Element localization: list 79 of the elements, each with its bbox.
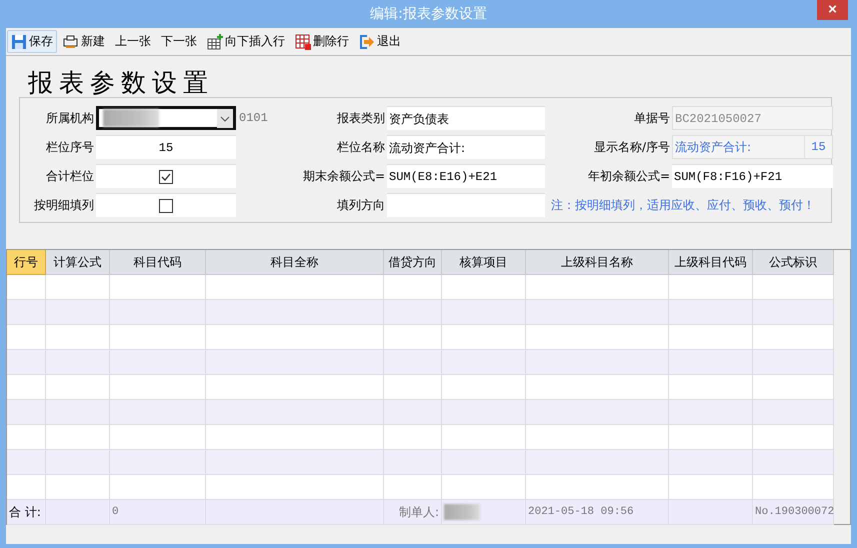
table-cell bbox=[46, 300, 110, 325]
table-cell bbox=[384, 425, 442, 450]
delete-row-icon bbox=[295, 34, 311, 50]
table-cell bbox=[7, 475, 46, 500]
insert-row-icon bbox=[207, 34, 223, 50]
table-cell bbox=[384, 375, 442, 400]
toolbar-button[interactable]: 下一张 bbox=[157, 30, 201, 53]
field-label: 单据号 bbox=[634, 110, 670, 126]
redacted-blur bbox=[103, 109, 159, 127]
checkbox[interactable] bbox=[159, 198, 173, 212]
window-title: 编辑:报表参数设置 bbox=[370, 5, 487, 23]
table-cell bbox=[46, 425, 110, 450]
table-cell bbox=[46, 275, 110, 300]
field-label: 栏位序号 bbox=[46, 138, 94, 156]
column-header[interactable]: 公式标识 bbox=[753, 250, 834, 275]
table-cell bbox=[7, 425, 46, 450]
toolbar-button[interactable]: 新建 bbox=[59, 30, 109, 53]
column-header[interactable]: 科目全称 bbox=[206, 250, 384, 275]
footer-cell: 0 bbox=[110, 500, 206, 525]
table-cell bbox=[384, 450, 442, 475]
field-label: 年初余额公式= bbox=[588, 168, 670, 184]
note-text: 注：按明细填列，适用应收、应付、预收、预付！ bbox=[550, 196, 816, 214]
toolbar-button[interactable]: 上一张 bbox=[111, 30, 155, 53]
field-label: 栏位名称 bbox=[337, 138, 385, 156]
field-label: 所属机构 bbox=[46, 110, 94, 126]
redacted-blur bbox=[444, 504, 480, 520]
field-label: 合计栏位 bbox=[46, 168, 94, 184]
readonly-field: BC2021050027 bbox=[672, 106, 833, 130]
maker-label: 制单人: bbox=[384, 500, 442, 525]
text-field[interactable]: 资产负债表 bbox=[387, 106, 545, 130]
field-label: 期末余额公式= bbox=[302, 168, 385, 184]
form-heading: 报表参数设置 bbox=[27, 67, 215, 97]
table-cell bbox=[46, 350, 110, 375]
total-label: 合 计: bbox=[7, 500, 46, 525]
footer-cell bbox=[46, 500, 110, 525]
table-cell bbox=[7, 375, 46, 400]
text-field[interactable]: 流动资产合计: bbox=[387, 135, 545, 159]
save-icon bbox=[11, 34, 27, 50]
column-header[interactable]: 上级科目名称 bbox=[526, 250, 669, 275]
exit-icon bbox=[359, 34, 375, 50]
toolbar-button[interactable]: 删除行 bbox=[291, 30, 353, 53]
footer-cell: No.190300072 bbox=[753, 500, 834, 525]
table-cell bbox=[384, 300, 442, 325]
column-header[interactable]: 借贷方向 bbox=[384, 250, 442, 275]
toolbar-button[interactable]: 保存 bbox=[7, 30, 57, 53]
formula-field[interactable]: SUM(E8:E16)+E21 bbox=[387, 164, 545, 188]
footer-cell: 2021-05-18 09:56 bbox=[526, 500, 669, 525]
checkbox[interactable] bbox=[159, 170, 173, 184]
table-cell bbox=[7, 275, 46, 300]
column-header[interactable]: 计算公式 bbox=[46, 250, 110, 275]
field-label: 按明细填列 bbox=[34, 196, 94, 214]
column-header[interactable]: 科目代码 bbox=[110, 250, 206, 275]
table-cell bbox=[46, 325, 110, 350]
table-cell bbox=[384, 400, 442, 425]
close-button[interactable]: × bbox=[817, 0, 848, 20]
table-cell bbox=[7, 325, 46, 350]
dropdown-field[interactable] bbox=[96, 106, 236, 130]
table-cell bbox=[384, 350, 442, 375]
field-label: 填列方向 bbox=[337, 196, 385, 214]
text-field[interactable] bbox=[387, 193, 545, 217]
caret-icon bbox=[217, 108, 233, 128]
table-cell bbox=[384, 275, 442, 300]
table-cell bbox=[384, 325, 442, 350]
code-text: 0101 bbox=[239, 111, 268, 125]
formula-field[interactable]: SUM(F8:F16)+F21 bbox=[672, 164, 833, 188]
table-cell bbox=[46, 475, 110, 500]
field-label: 显示名称/序号 bbox=[594, 138, 670, 156]
number-field[interactable]: 15 bbox=[96, 135, 236, 159]
column-header[interactable]: 行号 bbox=[7, 250, 46, 275]
field-label: 报表类别 bbox=[337, 110, 385, 126]
column-header[interactable]: 核算项目 bbox=[442, 250, 526, 275]
table-cell bbox=[46, 375, 110, 400]
toolbar-button[interactable]: 退出 bbox=[355, 30, 405, 53]
printer-icon bbox=[63, 34, 79, 50]
column-header[interactable]: 上级科目代码 bbox=[669, 250, 753, 275]
table-cell bbox=[46, 400, 110, 425]
toolbar-button[interactable]: 向下插入行 bbox=[203, 30, 289, 53]
table-cell bbox=[384, 475, 442, 500]
table-cell bbox=[46, 450, 110, 475]
